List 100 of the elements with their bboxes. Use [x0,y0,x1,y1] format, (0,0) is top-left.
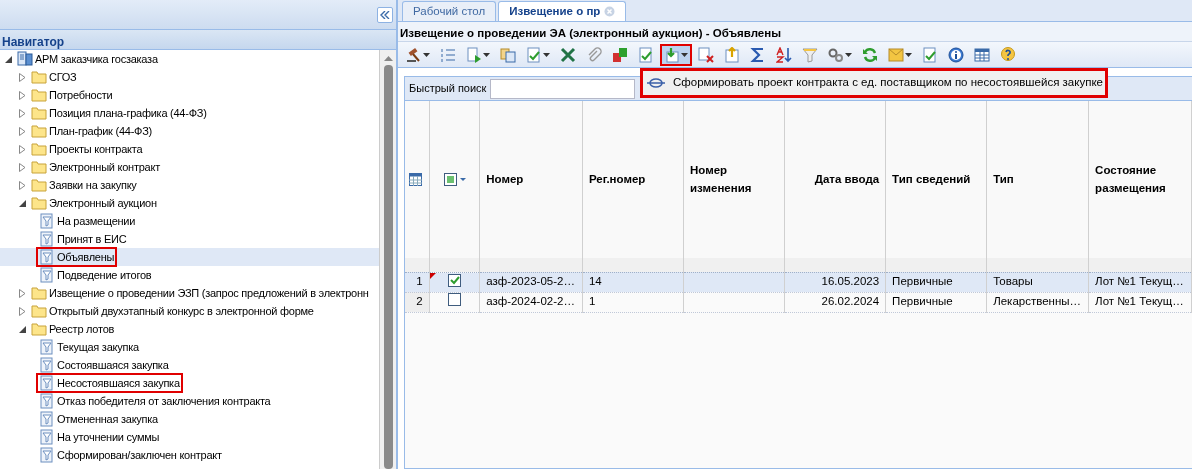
table-cell: азф-2024-02-2… [486,295,575,308]
expand-icon[interactable] [18,144,26,154]
row-number: 1 [405,272,430,292]
table-cell: азф-2023-05-2… [486,275,575,288]
column-header[interactable]: Состояние размещения [1095,162,1185,197]
tree-item[interactable]: Сформирован/заключен контракт [0,446,379,464]
tree-item[interactable]: Потребности [0,86,379,104]
folder-icon [31,106,47,120]
search-field[interactable] [490,78,636,99]
table-cell: Лот №1 Текущ… [1095,275,1184,288]
table-cell: Первичные [892,275,953,288]
column-header[interactable]: Номер [486,170,576,189]
tree-item[interactable]: АРМ заказчика госзаказа [0,50,379,68]
filter-document-icon [39,411,55,427]
double-chevron-icon [380,10,390,19]
column-header[interactable]: Номер изменения [690,162,779,197]
tree-item[interactable]: Подведение итогов [0,266,379,284]
info-icon [948,46,964,63]
tree-item[interactable]: Проекты контракта [0,140,379,158]
document-upload-icon [724,46,740,63]
workstation-icon [17,51,33,67]
copy-document-icon [500,46,516,63]
document-download-icon [664,46,680,63]
sigma-icon [750,46,766,63]
tree-item[interactable]: Состоявшаяся закупка [0,356,379,374]
checkbox[interactable] [448,274,461,288]
paperclip-icon [586,46,602,63]
tree-item[interactable]: Электронный контракт [0,158,379,176]
column-header[interactable]: Рег.номер [588,170,677,189]
filter-document-icon [39,339,55,355]
folder-icon [31,178,47,192]
numbered-list-icon [440,46,456,63]
collapse-icon[interactable] [18,325,26,333]
table-icon[interactable] [409,173,422,187]
tree-item[interactable]: Несостоявшаяся закупка [0,374,379,392]
collapse-icon[interactable] [18,199,26,207]
column-header[interactable]: Тип сведений [892,170,981,189]
expand-icon[interactable] [18,108,26,118]
expand-icon[interactable] [18,180,26,190]
document-check-icon [922,46,938,63]
table-icon [974,46,990,63]
tree-item[interactable]: План-график (44-ФЗ) [0,122,379,140]
filter-document-icon [39,213,55,229]
expand-icon[interactable] [18,72,26,82]
menu-item[interactable]: Сформировать проект контракта с ед. поставщиком по несостоявшейся закупке [643,71,1107,95]
tree-item[interactable]: Отказ победителя от заключения контракта [0,392,379,410]
table-cell: 16.05.2023 [821,275,880,288]
folder-icon [31,142,47,156]
folder-icon [31,322,47,336]
spreadsheet-icon [560,46,576,63]
tree-item[interactable]: Открытый двухэтапный конкурс в электронной форме [0,302,379,320]
table-cell: Лекарственны… [993,295,1082,308]
tree-item[interactable]: СГОЗ [0,68,379,86]
row-number: 2 [405,292,430,312]
table-cell: 1 [588,295,596,308]
tree-item[interactable]: На уточнении суммы [0,428,379,446]
scroll-up-icon[interactable] [383,56,393,61]
expand-icon[interactable] [18,306,26,316]
tree-item[interactable]: Позиция плана-графика (44-ФЗ) [0,104,379,122]
document-play-icon [466,46,482,63]
page-title: Извещение о проведении ЭА (электронный аукцион) - Объявлены [400,27,781,39]
folder-icon [31,88,47,102]
filter-document-icon [39,357,55,373]
gavel-icon [406,46,422,63]
tab[interactable]: Рабочий стол [402,1,497,21]
expand-icon[interactable] [18,90,26,100]
tree-item[interactable]: Извещение о проведении ЭЗП (запрос предложений в электронн [0,284,379,302]
tab[interactable]: Извещение о пр [498,1,627,21]
tree-item[interactable]: Реестр лотов [0,320,379,338]
scrollbar[interactable] [379,50,396,469]
tree-item[interactable]: Электронный аукцион [0,194,379,212]
expand-icon[interactable] [18,162,26,172]
column-header[interactable]: Тип [993,170,1083,189]
tree-item[interactable]: Заявки на закупку [0,176,379,194]
search-label: Быстрый поиск [409,81,487,97]
folder-icon [31,196,47,210]
tree-item[interactable]: Принят в ЕИС [0,230,379,248]
help-icon [1000,46,1016,63]
table-cell: 14 [588,275,602,288]
envelopes-icon [888,46,904,63]
tree-item[interactable]: Текущая закупка [0,338,379,356]
tree-item[interactable]: На размещении [0,212,379,230]
document-check-icon [638,46,654,63]
filter-icon [802,46,818,63]
folder-icon [31,304,47,318]
filter-document-icon [39,447,55,463]
refresh-icon [862,46,878,63]
collapse-button[interactable] [377,6,393,23]
color-squares-icon [612,46,628,63]
tree-item[interactable]: Объявлены [0,248,379,266]
panel-title: Навигатор [2,35,65,49]
expand-icon[interactable] [18,126,26,136]
toolbar-button[interactable] [660,43,692,66]
filter-document-icon [39,375,55,391]
expand-icon[interactable] [18,288,26,298]
select-all-checkbox[interactable] [443,173,466,187]
column-header[interactable]: Дата ввода [791,170,880,189]
tree-item[interactable]: Отмененная закупка [0,410,379,428]
collapse-icon[interactable] [4,55,12,63]
folder-icon [31,124,47,138]
